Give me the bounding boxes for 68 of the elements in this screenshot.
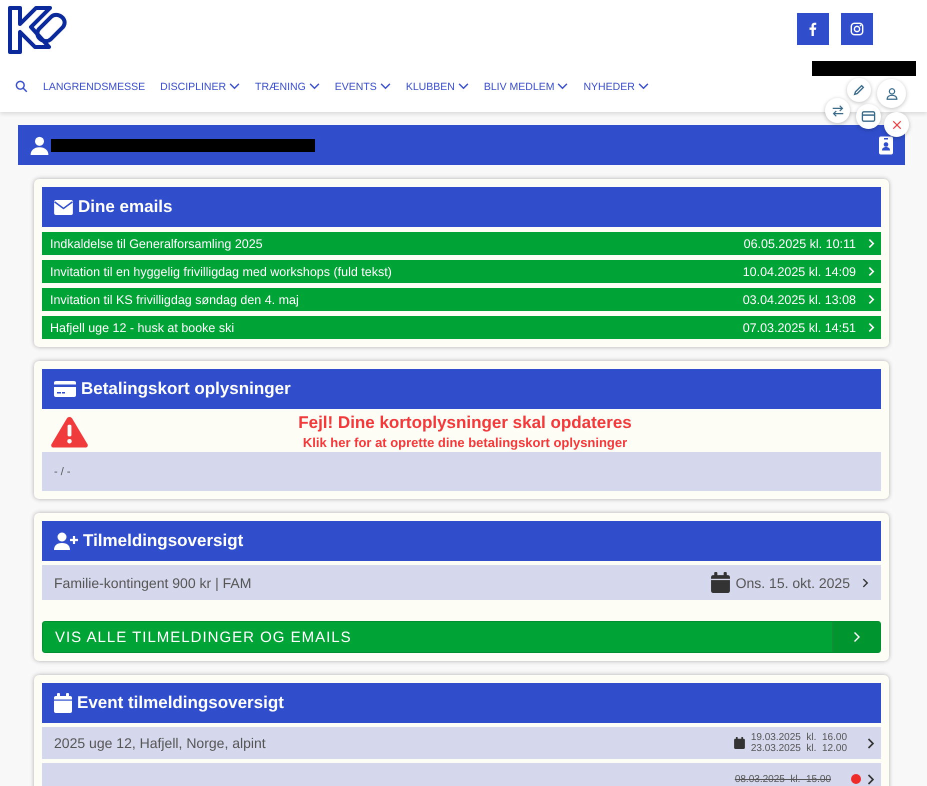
email-row[interactable]: Indkaldelse til Generalforsamling 2025 06.05.2025 kl. 10:11	[42, 232, 881, 255]
nav-link[interactable]: TRÆNING	[255, 80, 320, 92]
user-icon	[30, 136, 49, 154]
status-dot	[851, 774, 861, 784]
edit-button[interactable]	[847, 78, 871, 102]
registration-row[interactable]: Familie-kontingent 900 kr | FAM Ons. 15. okt. 2025	[42, 565, 881, 600]
credit-card-icon	[861, 109, 876, 124]
card-info: - / -	[54, 466, 70, 478]
swap-arrows-icon	[830, 104, 844, 118]
swap-button[interactable]	[825, 98, 850, 123]
email-date: 07.03.2025 kl. 14:51	[742, 320, 856, 334]
user-icon	[884, 86, 898, 100]
envelope-icon	[54, 200, 73, 214]
profile-button[interactable]	[877, 79, 906, 108]
warning-icon	[50, 415, 89, 448]
section-title: Event tilmeldingsoversigt	[77, 693, 284, 713]
search-icon[interactable]	[15, 80, 28, 93]
email-date: 10.04.2025 kl. 14:09	[742, 264, 856, 278]
chevron-right-icon	[867, 736, 875, 750]
chevron-right-icon	[867, 772, 875, 786]
email-subject: Hafjell uge 12 - husk at booke ski	[50, 320, 236, 334]
registration-date: Ons. 15. okt. 2025	[736, 574, 850, 590]
email-row[interactable]: Invitation til KS frivilligdag søndag den 4. maj 03.04.2025 kl. 13:08	[42, 288, 881, 311]
calendar-icon	[54, 693, 72, 713]
calendar-icon	[710, 572, 730, 593]
chevron-right-icon	[868, 266, 875, 277]
pencil-icon	[852, 83, 866, 97]
chevron-right-icon	[852, 630, 860, 644]
nav-link[interactable]: DISCIPLINER	[160, 80, 240, 92]
chevron-right-icon	[868, 238, 875, 249]
chevron-right-icon	[868, 294, 875, 305]
email-subject: Invitation til en hyggelig frivilligdag med workshops (fuld tekst)	[50, 264, 393, 278]
event-start-date: 19.03.2025 kl. 16.00	[750, 732, 847, 743]
email-row[interactable]: Hafjell uge 12 - husk at booke ski 07.03.2025 kl. 14:51	[42, 316, 881, 339]
nav-link[interactable]: EVENTS	[334, 80, 391, 92]
section-title: Dine emails	[78, 197, 172, 217]
id-badge-icon[interactable]	[879, 136, 893, 154]
nav-link[interactable]: BLIV MEDLEM	[484, 80, 568, 92]
user-plus-icon	[54, 532, 78, 550]
nav-link[interactable]: KLUBBEN	[406, 80, 469, 92]
close-button[interactable]	[884, 112, 909, 137]
event-end-date: 23.03.2025 kl. 12.00	[750, 743, 847, 754]
calendar-icon	[734, 737, 745, 749]
close-icon	[890, 118, 902, 130]
email-subject: Invitation til KS frivilligdag søndag den 4. maj	[50, 292, 300, 306]
event-name: 2025 uge 12, Hafjell, Norge, alpint	[54, 735, 267, 751]
instagram-button[interactable]	[841, 13, 873, 45]
view-all-button[interactable]: VIS ALLE TILMELDINGER OG EMAILS	[42, 621, 881, 653]
error-message: Fejl! Dine kortoplysninger skal opdateres	[298, 413, 632, 433]
chevron-right-icon	[868, 322, 875, 333]
credit-card-icon	[54, 381, 76, 397]
email-subject: Indkaldelse til Generalforsamling 2025	[50, 236, 264, 250]
email-date: 06.05.2025 kl. 10:11	[744, 236, 856, 250]
chevron-right-icon	[862, 576, 869, 588]
event-row[interactable]: 2025 uge 12, Hafjell, Norge, alpint 19.03.2025 kl. 16.00 23.03.2025 kl. 12.00	[42, 727, 881, 759]
email-row[interactable]: Invitation til en hyggelig frivilligdag med workshops (fuld tekst) 10.04.2025 kl. 14:09	[42, 260, 881, 283]
facebook-button[interactable]	[797, 13, 829, 45]
add-card-link[interactable]: Klik her for at oprette dine betalingskort oplysninger	[302, 435, 628, 450]
nav-link[interactable]: NYHEDER	[583, 80, 649, 92]
email-date: 03.04.2025 kl. 13:08	[742, 292, 856, 306]
section-title: Tilmeldingsoversigt	[83, 531, 244, 551]
instagram-icon	[850, 22, 864, 36]
registration-name: Familie-kontingent 900 kr | FAM	[54, 574, 252, 590]
section-title: Betalingskort oplysninger	[81, 379, 291, 399]
event-row[interactable]: 08.03.2025 kl. 15.00	[42, 763, 881, 786]
event-start-date: 08.03.2025 kl. 15.00	[734, 774, 831, 784]
nav-link[interactable]: LANGRENDSMESSE	[43, 80, 146, 92]
card-button[interactable]	[856, 104, 881, 129]
